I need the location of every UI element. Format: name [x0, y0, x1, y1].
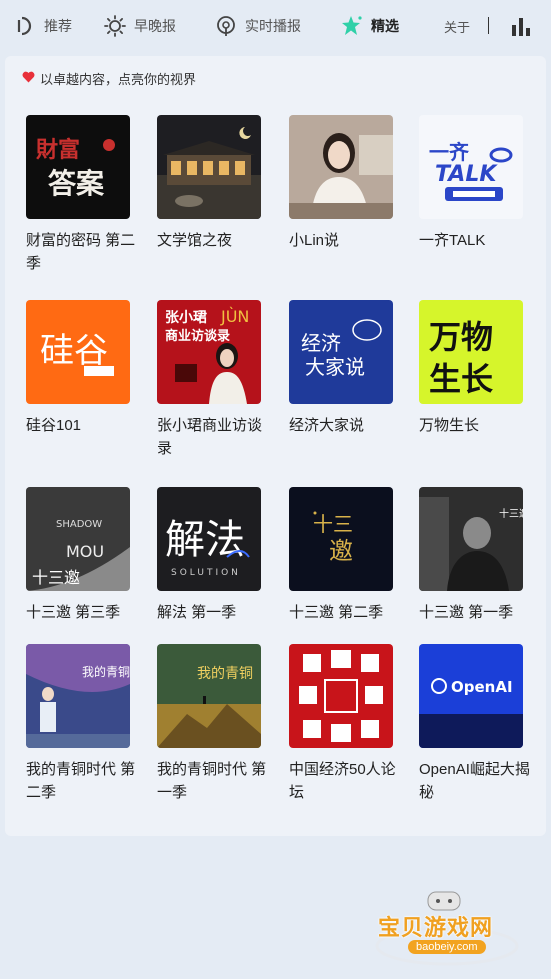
podcast-cover: 张小珺 商业访谈录 JÙN	[157, 300, 261, 404]
slogan-text: 以卓越内容，点亮你的视界	[40, 72, 197, 87]
recommend-icon	[14, 15, 36, 37]
podcast-title: 万物生长	[419, 417, 480, 434]
podcast-cover	[289, 644, 393, 748]
broadcast-icon	[215, 15, 237, 37]
about-label: 关于	[444, 19, 471, 35]
nav-divider	[488, 17, 489, 34]
podcast-title: 文学馆之夜	[157, 232, 233, 249]
podcast-card[interactable]: 解法 SOLUTION 解法 第一季	[157, 487, 263, 624]
podcast-title: 解法 第一季	[157, 604, 237, 621]
sun-icon	[104, 15, 126, 37]
podcast-cover: 经济 大家说	[289, 300, 393, 404]
podcast-card[interactable]: 经济 大家说 经济大家说	[289, 300, 395, 437]
podcast-card[interactable]: OpenAI OpenAI崛起大揭秘	[419, 644, 530, 804]
podcast-cover: 十三 邀	[289, 487, 393, 591]
podcast-title: OpenAI崛起大揭秘	[419, 761, 530, 801]
tab-label: 实时播报	[245, 18, 301, 34]
podcast-card[interactable]: 万物 生长 万物生长	[419, 300, 525, 437]
svg-text:財富: 財富	[36, 137, 80, 163]
podcast-cover: SHADOW MOU 十三邀	[26, 487, 130, 591]
podcast-cover: 硅谷	[26, 300, 130, 404]
podcast-title: 小Lin说	[289, 232, 340, 249]
sparkle-icon	[341, 15, 363, 37]
svg-text:解法: 解法	[165, 517, 245, 563]
slogan: 以卓越内容，点亮你的视界	[22, 69, 196, 88]
podcast-cover	[157, 115, 261, 219]
tab-label: 精选	[371, 18, 399, 34]
watermark-text: 宝贝游戏网	[378, 915, 494, 940]
podcast-card[interactable]: SHADOW MOU 十三邀 十三邀 第三季	[26, 487, 132, 624]
svg-text:张小珺: 张小珺	[165, 310, 207, 326]
svg-text:商业访谈录: 商业访谈录	[165, 328, 230, 344]
tab-live-broadcast[interactable]: 实时播报	[215, 0, 301, 52]
svg-text:我的青铜: 我的青铜	[82, 664, 130, 679]
heart-icon	[22, 71, 35, 86]
podcast-cover: 財富 答案	[26, 115, 130, 219]
podcast-card[interactable]: 一齐 TALK 一齐TALK	[419, 115, 525, 252]
podcast-cover: 解法 SOLUTION	[157, 487, 261, 591]
podcast-cover: 我的青铜	[26, 644, 130, 748]
podcast-card[interactable]: 十三邀 十三邀 第一季	[419, 487, 525, 624]
tab-label: 早晚报	[134, 18, 176, 34]
svg-text:邀: 邀	[329, 537, 353, 565]
podcast-title: 我的青铜时代 第一季	[157, 761, 267, 801]
podcast-cover	[289, 115, 393, 219]
svg-text:大家说: 大家说	[305, 355, 365, 379]
svg-text:JÙN: JÙN	[220, 307, 249, 326]
podcast-cover: 我的青铜	[157, 644, 261, 748]
svg-text:十三邀: 十三邀	[32, 568, 80, 587]
tab-featured[interactable]: 精选	[341, 0, 399, 52]
bar-chart-icon[interactable]	[510, 15, 532, 37]
svg-text:我的青铜: 我的青铜	[197, 666, 253, 682]
svg-text:一齐: 一齐	[429, 140, 470, 164]
podcast-title: 十三邀 第二季	[289, 604, 384, 621]
podcast-card[interactable]: 我的青铜 我的青铜时代 第二季	[26, 644, 135, 804]
podcast-title: 一齐TALK	[419, 232, 486, 249]
svg-text:万物: 万物	[429, 318, 493, 356]
podcast-card[interactable]: 小Lin说	[289, 115, 395, 252]
podcast-title: 十三邀 第一季	[419, 604, 514, 621]
podcast-title: 十三邀 第三季	[26, 604, 121, 621]
podcast-card[interactable]: 文学馆之夜	[157, 115, 263, 252]
podcast-cover: 一齐 TALK	[419, 115, 523, 219]
podcast-card[interactable]: 中国经济50人论坛	[289, 644, 396, 804]
svg-text:SOLUTION: SOLUTION	[171, 568, 241, 578]
podcast-title: 张小珺商业访谈录	[157, 417, 263, 457]
svg-text:OpenAI: OpenAI	[451, 678, 513, 696]
podcast-title: 我的青铜时代 第二季	[26, 761, 136, 801]
about-link[interactable]: 关于	[444, 0, 470, 52]
podcast-card[interactable]: 硅谷 硅谷101	[26, 300, 132, 437]
tab-label: 推荐	[44, 18, 72, 34]
podcast-card[interactable]: 財富 答案 财富的密码 第二季	[26, 115, 135, 275]
svg-text:TALK: TALK	[435, 162, 498, 187]
podcast-title: 硅谷101	[26, 417, 82, 434]
svg-text:经济: 经济	[301, 331, 341, 355]
top-nav: 推荐 早晚报 实时播报 精选 关于	[0, 0, 551, 52]
svg-text:答案: 答案	[48, 167, 105, 200]
tab-morning-evening[interactable]: 早晚报	[104, 0, 176, 52]
podcast-title: 经济大家说	[289, 417, 365, 434]
podcast-cover: OpenAI	[419, 644, 523, 748]
tab-recommend[interactable]: 推荐	[14, 0, 72, 52]
svg-text:十三邀: 十三邀	[499, 507, 523, 520]
podcast-cover: 万物 生长	[419, 300, 523, 404]
podcast-card[interactable]: 我的青铜 我的青铜时代 第一季	[157, 644, 266, 804]
svg-text:SHADOW: SHADOW	[56, 519, 102, 530]
podcast-card[interactable]: 十三 邀 十三邀 第二季	[289, 487, 395, 624]
podcast-title: 财富的密码 第二季	[26, 232, 136, 272]
svg-text:十三: 十三	[313, 512, 353, 536]
svg-text:硅谷: 硅谷	[40, 331, 108, 371]
site-watermark: 宝贝游戏网 baobeiy.com	[372, 888, 522, 968]
svg-text:MOU: MOU	[66, 542, 104, 561]
watermark-url: baobeiy.com	[408, 940, 486, 954]
svg-text:生长: 生长	[429, 360, 493, 398]
podcast-card[interactable]: 张小珺 商业访谈录 JÙN 张小珺商业访谈录	[157, 300, 263, 460]
podcast-title: 中国经济50人论坛	[289, 761, 396, 801]
podcast-cover: 十三邀	[419, 487, 523, 591]
